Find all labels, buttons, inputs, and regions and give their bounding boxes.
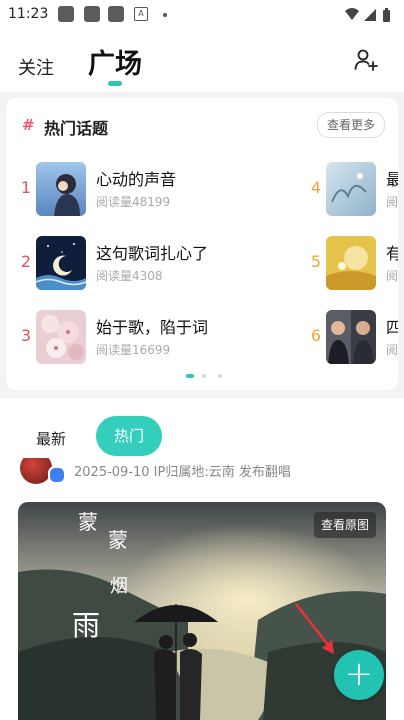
- topic-reads: 阅读量48199: [96, 195, 171, 209]
- topic-item[interactable]: 1 心动的声音 阅读量48199: [18, 162, 218, 218]
- status-time: 11:23: [8, 6, 49, 22]
- hash-icon: #: [22, 116, 35, 134]
- topic-title: 这句歌词扎心了: [96, 244, 209, 263]
- topic-thumbnail: [36, 236, 86, 290]
- tab-follow[interactable]: 关注: [18, 54, 54, 80]
- topic-reads: 阅读量16699: [96, 343, 171, 357]
- topic-thumbnail: [326, 236, 376, 290]
- topic-title: 四: [386, 318, 398, 337]
- pager-dot: [202, 374, 206, 378]
- status-bar: 11:23 A: [0, 0, 404, 30]
- pager-dot: [218, 374, 222, 378]
- notification-icon: [58, 6, 74, 22]
- topic-reads: 阅: [386, 195, 398, 209]
- poem-char: 雨: [72, 609, 101, 642]
- hot-topics-title: 热门话题: [44, 119, 109, 138]
- more-notifications-icon: [163, 13, 167, 17]
- topic-thumbnail: [36, 310, 86, 364]
- signal-icon: [364, 9, 376, 21]
- post-meta: 2025-09-10 IP归属地:云南 发布翻唱: [20, 458, 384, 486]
- topic-rank: 2: [20, 252, 32, 271]
- tab-latest[interactable]: 最新: [36, 428, 66, 449]
- verified-badge-icon: [48, 466, 66, 484]
- create-post-button[interactable]: +: [334, 650, 384, 700]
- topic-title: 心动的声音: [96, 170, 177, 189]
- pager-dot-active: [186, 374, 194, 378]
- topic-thumbnail: [326, 310, 376, 364]
- app-notification-icon: A: [134, 7, 148, 21]
- topic-item[interactable]: 5 有 阅: [308, 236, 398, 292]
- topic-title: 最: [386, 170, 398, 189]
- topic-item[interactable]: 2 这句歌词扎心了 阅读量4308: [18, 236, 218, 292]
- active-tab-indicator: [108, 81, 122, 86]
- view-original-button[interactable]: 查看原图: [314, 512, 376, 538]
- topic-reads: 阅: [386, 269, 398, 283]
- poem-char: 蒙: [108, 528, 128, 552]
- poem-char: 蒙: [78, 510, 98, 534]
- topic-thumbnail: [36, 162, 86, 216]
- topic-rank: 6: [310, 326, 322, 345]
- add-user-icon[interactable]: [354, 48, 378, 76]
- topic-item[interactable]: 3 始于歌，陷于词 阅读量16699: [18, 310, 218, 366]
- tab-square[interactable]: 广场: [88, 42, 142, 81]
- topic-rank: 1: [20, 178, 32, 197]
- wifi-icon: [345, 8, 359, 20]
- top-nav: 关注 广场: [0, 30, 404, 92]
- topic-rank: 3: [20, 326, 32, 345]
- topic-thumbnail: [326, 162, 376, 216]
- topic-item[interactable]: 4 最 阅: [308, 162, 398, 218]
- topic-rank: 4: [310, 178, 322, 197]
- topic-reads: 阅: [386, 343, 398, 357]
- topic-title: 有: [386, 244, 398, 263]
- topic-rank: 5: [310, 252, 322, 271]
- topic-item[interactable]: 6 四 阅: [308, 310, 398, 366]
- topic-title: 始于歌，陷于词: [96, 318, 209, 337]
- tab-hot[interactable]: 热门: [96, 416, 162, 456]
- battery-icon: [383, 8, 390, 22]
- notification-icon: [84, 6, 100, 22]
- plus-icon: +: [344, 654, 374, 694]
- hot-topics-card: # 热门话题 查看更多 1 心动的声音 阅读量48199 2 这句歌词扎心了 阅…: [6, 98, 398, 390]
- topic-reads: 阅读量4308: [96, 269, 163, 283]
- poem-char: 烟: [110, 576, 128, 597]
- system-icons: [344, 6, 396, 28]
- notification-icon: [108, 6, 124, 22]
- see-more-button[interactable]: 查看更多: [317, 112, 385, 138]
- post-meta-text: 2025-09-10 IP归属地:云南 发布翻唱: [74, 465, 291, 480]
